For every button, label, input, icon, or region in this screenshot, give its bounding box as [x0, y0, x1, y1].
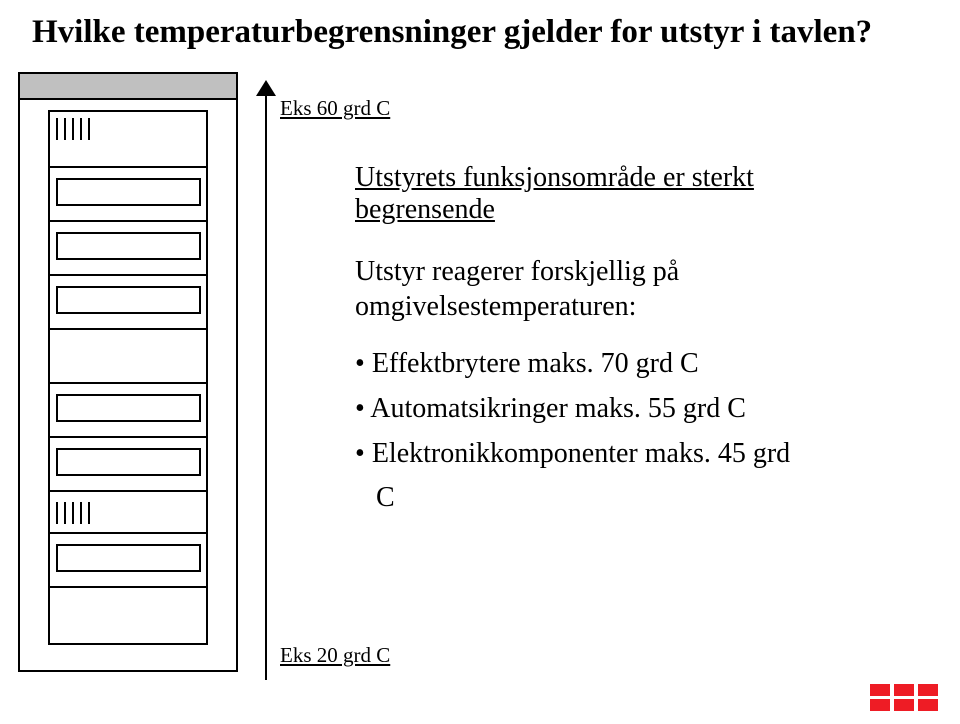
- bullet-list: Effektbrytere maks. 70 grd C Automatsikr…: [355, 342, 790, 521]
- temperature-gradient-arrow: [265, 90, 267, 680]
- body-line2: omgivelsestemperaturen:: [355, 291, 636, 322]
- body-intro: Utstyr reagerer forskjellig på omgivelse…: [355, 254, 679, 324]
- temp-label-bottom: Eks 20 grd C: [280, 643, 390, 668]
- page-title: Hvilke temperaturbegrensninger gjelder f…: [32, 14, 872, 51]
- subheading: Utstyrets funksjonsområde er sterkt begr…: [355, 162, 754, 226]
- cabinet-inner: [48, 110, 208, 645]
- body-line1: Utstyr reagerer forskjellig på: [355, 256, 679, 287]
- cabinet-slot: [56, 394, 201, 422]
- temp-label-top: Eks 60 grd C: [280, 96, 390, 121]
- breaker-bars-mid: [56, 502, 90, 524]
- bullet-item-1: Effektbrytere maks. 70 grd C: [355, 342, 790, 387]
- cabinet-diagram: [18, 72, 238, 692]
- cabinet-slot: [56, 448, 201, 476]
- cabinet-slot: [56, 178, 201, 206]
- bullet-item-2: Automatsikringer maks. 55 grd C: [355, 387, 790, 432]
- slide: Hvilke temperaturbegrensninger gjelder f…: [0, 0, 960, 724]
- cabinet-slot: [56, 232, 201, 260]
- cabinet-slot: [56, 286, 201, 314]
- abb-logo: [870, 684, 940, 712]
- bullet-item-3: Elektronikkomponenter maks. 45 grd C: [376, 432, 790, 522]
- cabinet-slot: [56, 544, 201, 572]
- subheading-line2: begrensende: [355, 194, 495, 225]
- cabinet-top-band: [20, 74, 236, 100]
- breaker-bars-top: [56, 118, 90, 140]
- subheading-line1: Utstyrets funksjonsområde er sterkt: [355, 162, 754, 193]
